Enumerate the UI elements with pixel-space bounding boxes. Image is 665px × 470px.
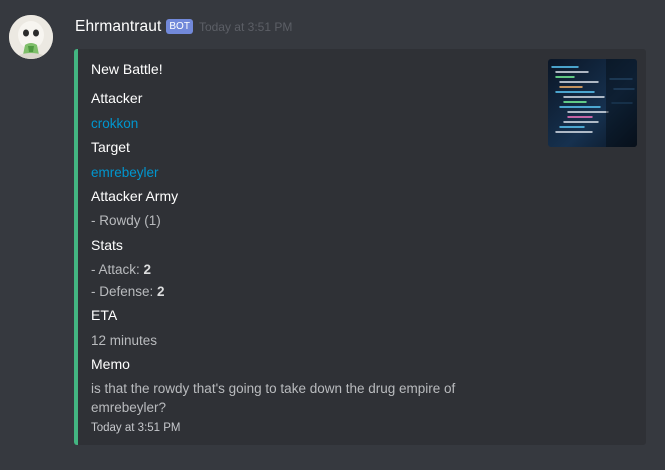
stat-attack-value: 2 (143, 262, 152, 277)
attacker-link[interactable]: crokkon (91, 116, 138, 131)
stat-defense-label: - Defense: (91, 284, 158, 299)
target-link[interactable]: emrebeyler (91, 165, 159, 180)
chat-message: Ehrmantraut BOT Today at 3:51 PM New Bat… (0, 0, 665, 470)
field-value-army: - Rowdy (1) (91, 213, 161, 228)
embed-thumbnail[interactable] (548, 59, 637, 147)
message-timestamp[interactable]: Today at 3:51 PM (199, 20, 292, 34)
field-name-target: Target (91, 139, 130, 155)
stat-attack-label: - Attack: (91, 262, 144, 277)
field-name-stats: Stats (91, 237, 123, 253)
field-name-memo: Memo (91, 356, 130, 372)
field-value-memo: is that the rowdy that's going to take d… (91, 381, 456, 415)
embed-footer-timestamp: Today at 3:51 PM (91, 422, 181, 434)
stat-defense-value: 2 (157, 284, 165, 299)
user-avatar[interactable] (9, 15, 53, 59)
bot-badge: BOT (166, 18, 193, 34)
field-name-army: Attacker Army (91, 188, 179, 204)
field-value-eta: 12 minutes (91, 333, 158, 348)
message-header: Ehrmantraut BOT Today at 3:51 PM (75, 16, 292, 38)
field-name-eta: ETA (91, 307, 118, 323)
author-name[interactable]: Ehrmantraut (75, 18, 161, 36)
embed-title: New Battle! (91, 61, 163, 77)
stat-attack: - Attack: 2 (91, 262, 151, 277)
field-name-attacker: Attacker (91, 90, 143, 106)
code-screen-thumbnail-icon (548, 59, 637, 147)
avatar-icon (9, 15, 53, 59)
stat-defense: - Defense: 2 (91, 284, 165, 299)
battle-embed: New Battle! Attacker crokkon Target emre… (74, 49, 646, 445)
